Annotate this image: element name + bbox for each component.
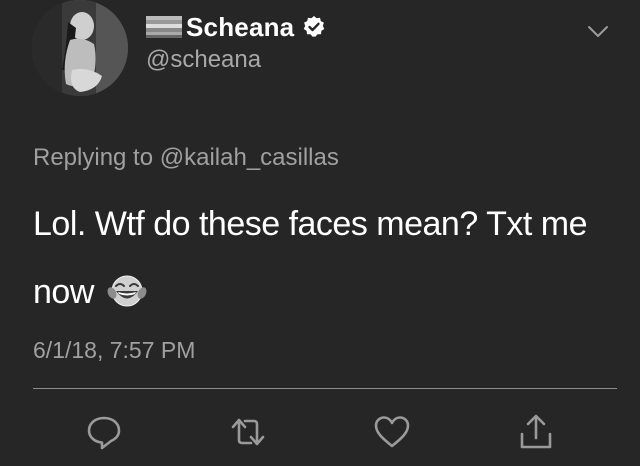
like-button[interactable] [370, 410, 414, 454]
tweet-body: Lol. Wtf do these faces mean? Txt me now [33, 190, 623, 326]
replying-to: Replying to @kailah_casillas [33, 144, 339, 172]
share-button[interactable] [514, 410, 558, 454]
divider [33, 388, 617, 389]
author-name-row[interactable]: Scheana [146, 10, 326, 44]
chevron-down-icon[interactable] [586, 22, 610, 42]
avatar-image [32, 0, 128, 96]
tweet-timestamp[interactable]: 6/1/18, 7:57 PM [33, 337, 195, 364]
retweet-button[interactable] [226, 410, 270, 454]
tears-of-joy-emoji-icon [107, 264, 147, 307]
reply-mention-link[interactable]: @kailah_casillas [160, 144, 339, 171]
tweet-card: Scheana @scheana Replying to @kailah_cas… [0, 0, 640, 466]
retweet-icon [231, 418, 265, 446]
verified-badge-icon [302, 15, 326, 39]
reply-button[interactable] [82, 410, 126, 454]
avatar[interactable] [32, 0, 128, 96]
tweet-actions [0, 410, 640, 460]
display-name[interactable]: Scheana [186, 12, 294, 43]
reply-icon [87, 416, 121, 450]
like-icon [374, 416, 410, 448]
author-handle[interactable]: @scheana [146, 46, 261, 74]
flag-icon [146, 16, 182, 38]
replying-to-label: Replying to [33, 144, 154, 171]
share-icon [520, 414, 552, 449]
